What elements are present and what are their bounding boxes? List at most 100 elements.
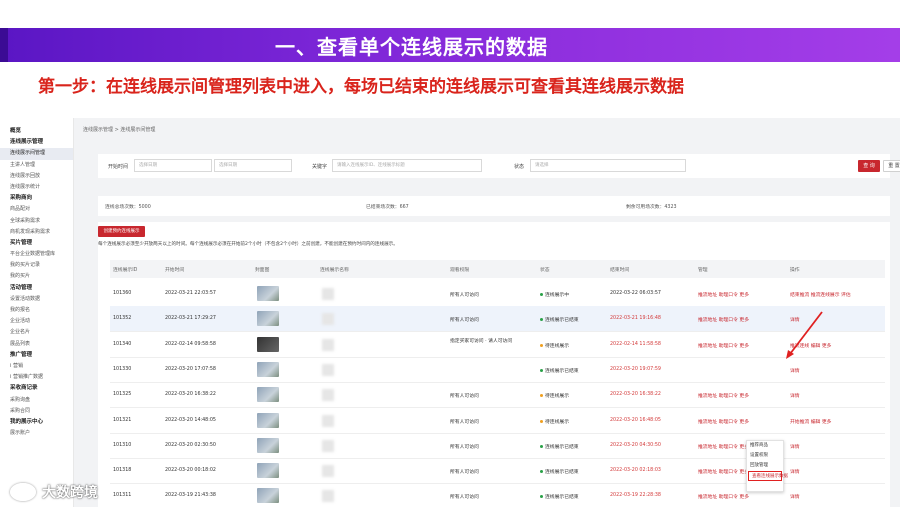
row-cover-image <box>257 488 279 504</box>
sidebar-item[interactable]: 买片管理 <box>0 238 73 249</box>
row-operation-links[interactable]: 详情 <box>790 468 800 475</box>
sidebar-item[interactable]: 商机发现采购需求 <box>0 227 73 238</box>
keyword-input[interactable]: 请输入连线展示ID、连线展示标题 <box>332 159 482 172</box>
row-permission: 指定买家可访问 · 请人可访问 <box>450 338 513 344</box>
row-manage-links[interactable]: 推流地址 助理口令 更多 <box>698 418 749 425</box>
status-select[interactable]: 请选择 <box>530 159 686 172</box>
sidebar-item[interactable]: 设置活动数据 <box>0 294 73 305</box>
status-dot-icon <box>540 495 543 499</box>
sidebar-item[interactable]: 连线展示回放 <box>0 171 73 182</box>
row-start-time: 2022-03-19 21:43:38 <box>165 493 216 499</box>
create-showcase-button[interactable]: 创建预约连线展示 <box>98 226 145 237</box>
dropdown-menu-item[interactable]: 设置权限 <box>747 451 783 461</box>
sidebar-item[interactable]: 企业名片 <box>0 327 73 338</box>
reset-button[interactable]: 重 置 <box>883 160 900 172</box>
search-button[interactable]: 查 询 <box>858 160 880 172</box>
row-status: 待连线展示 <box>540 342 569 349</box>
status-dot-icon <box>540 343 543 347</box>
row-manage-links[interactable]: 推流地址 助理口令 更多 <box>698 316 749 323</box>
more-dropdown-menu: 推荐商品 设置权限 回放管理 查看连线展示数据 <box>746 440 788 492</box>
row-manage-links[interactable]: 推流地址 助理口令 更多 <box>698 392 749 399</box>
row-id: 101321 <box>113 417 132 423</box>
sidebar-item[interactable]: 企业活动 <box>0 316 73 327</box>
sidebar-item[interactable]: 平台企业数据管理库 <box>0 249 73 260</box>
row-end-time: 2022-03-20 16:48:05 <box>610 417 661 423</box>
row-operation-links[interactable]: 详情 <box>790 443 800 450</box>
column-header: 结束时间 <box>610 268 630 273</box>
row-manage-links[interactable]: 推流地址 助理口令 更多 <box>698 468 749 475</box>
sidebar-item[interactable]: i 营销 <box>0 361 73 372</box>
column-header: 操作 <box>790 268 800 273</box>
sidebar-item[interactable]: 采购合同 <box>0 406 73 417</box>
sidebar-item[interactable]: 采购商向 <box>0 193 73 204</box>
row-id: 101360 <box>113 291 132 296</box>
table-row[interactable]: 101321 2022-03-20 14:48:05 所有人可访问 待连线展示 2022… <box>110 408 885 434</box>
sidebar-item[interactable]: 展品列表 <box>0 339 73 350</box>
sidebar-item[interactable]: 连线展示间管理 <box>0 148 73 160</box>
slide-title-bar: 一、查看单个连线展示的数据 <box>0 28 900 62</box>
table-row[interactable]: 101330 2022-03-20 17:07:58 连线展示已结束 2022-03-… <box>110 357 885 383</box>
row-operation-links[interactable]: 详情 <box>790 316 800 323</box>
row-start-time: 2022-02-14 09:58:58 <box>165 341 216 347</box>
sidebar-item[interactable]: 主讲人管理 <box>0 160 73 171</box>
start-time-label: 开始时间 <box>108 164 129 170</box>
row-status-text: 连线展示已结束 <box>545 470 579 476</box>
row-manage-links[interactable]: 推流地址 助理口令 更多 <box>698 443 749 450</box>
row-start-time: 2022-03-20 00:18:02 <box>165 468 216 474</box>
row-operation-links[interactable]: 详情 <box>790 367 800 374</box>
date-start-input[interactable]: 选择日期 <box>134 159 212 172</box>
row-end-time: 2022-03-20 16:38:22 <box>610 392 661 398</box>
sidebar-item[interactable]: 我的买片记录 <box>0 260 73 271</box>
row-end-time: 2022-02-14 11:58:58 <box>610 341 661 347</box>
row-operation-links[interactable]: 结束推流 推流连线展示 评估 <box>790 291 851 298</box>
row-status: 连线展示中 <box>540 291 569 298</box>
dropdown-menu-item[interactable]: 回放管理 <box>747 461 783 471</box>
table-row[interactable]: 101325 2022-03-20 16:38:22 所有人可访问 待连线展示 2022… <box>110 382 885 409</box>
sidebar-item[interactable]: 连线展示统计 <box>0 182 73 193</box>
stat-ended: 已结束场次数：667 <box>366 205 409 210</box>
row-operation-links[interactable]: 详情 <box>790 493 800 500</box>
title-stripe <box>0 28 8 62</box>
row-name-blurred <box>322 338 334 351</box>
table-row[interactable]: 101340 2022-02-14 09:58:58 指定买家可访问 · 请人可访问… <box>110 332 885 358</box>
row-status-text: 连线展示中 <box>545 293 569 298</box>
status-dot-icon <box>540 318 543 322</box>
row-permission: 所有人可访问 <box>450 419 479 425</box>
sidebar-item[interactable]: 采购询盘 <box>0 395 73 406</box>
row-start-time: 2022-03-20 17:07:58 <box>165 366 216 372</box>
row-id: 101311 <box>113 493 132 499</box>
row-operation-links[interactable]: 推流连线 编辑 更多 <box>790 342 831 349</box>
sidebar-item[interactable]: 商品配对 <box>0 204 73 215</box>
row-name-blurred <box>322 313 334 326</box>
sidebar-item[interactable]: 概览 <box>0 126 73 137</box>
view-showcase-data-menu-item[interactable]: 查看连线展示数据 <box>748 471 788 481</box>
sidebar-item[interactable]: i 营销推广数据 <box>0 372 73 383</box>
sidebar-item[interactable]: 推广管理 <box>0 350 73 361</box>
row-manage-links[interactable]: 推流地址 助理口令 更多 <box>698 342 749 349</box>
sidebar-item[interactable]: 我的报名 <box>0 305 73 316</box>
sidebar-item[interactable]: 全球采购需求 <box>0 216 73 227</box>
sidebar-item[interactable]: 我的展示中心 <box>0 417 73 428</box>
slide-title: 一、查看单个连线展示的数据 <box>275 35 548 59</box>
row-operation-links[interactable]: 开始推流 编辑 更多 <box>790 418 831 425</box>
column-header: 封面图 <box>255 268 270 273</box>
row-manage-links[interactable]: 推流地址 助理口令 更多 <box>698 493 749 500</box>
table-row[interactable]: 101360 2022-03-21 22:03:57 所有人可访问 连线展示中 2022… <box>110 281 885 307</box>
sidebar-item[interactable]: 活动管理 <box>0 283 73 294</box>
sidebar-item[interactable]: 采收商记录 <box>0 383 73 394</box>
row-name-blurred <box>322 465 334 478</box>
date-end-input[interactable]: 选择日期 <box>214 159 292 172</box>
row-id: 101318 <box>113 468 132 474</box>
row-manage-links[interactable]: 推流地址 助理口令 更多 <box>698 291 749 298</box>
row-id: 101340 <box>113 341 132 347</box>
row-operation-links[interactable]: 详情 <box>790 392 800 399</box>
sidebar-item[interactable]: 我的买片 <box>0 271 73 282</box>
row-start-time: 2022-03-20 16:38:22 <box>165 392 216 398</box>
dropdown-menu-item[interactable]: 推荐商品 <box>747 441 783 451</box>
slide-subtitle: 第一步：在连线展示间管理列表中进入，每场已结束的连线展示可查看其连线展示数据 <box>38 77 684 97</box>
sidebar-item[interactable]: 连线展示管理 <box>0 137 73 148</box>
sidebar-item[interactable]: 展示账户 <box>0 428 73 439</box>
row-end-time: 2022-03-20 04:30:50 <box>610 442 661 448</box>
row-status-text: 连线展示已结束 <box>545 368 579 374</box>
table-row[interactable]: 101352 2022-03-21 17:29:27 所有人可访问 连线展示已结束 20… <box>110 306 885 333</box>
